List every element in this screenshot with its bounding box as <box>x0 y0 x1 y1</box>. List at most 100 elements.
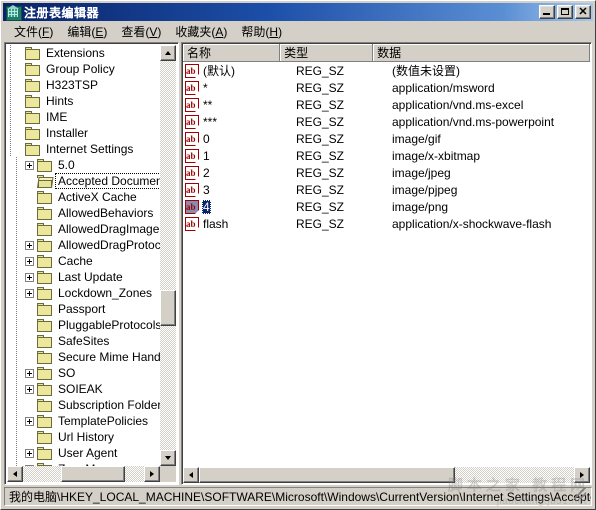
folder-icon <box>37 158 53 172</box>
value-data: application/vnd.ms-powerpoint <box>392 114 555 129</box>
tree-node-label: Extensions <box>46 46 105 60</box>
value-list[interactable]: ab (默认) REG_SZ (数值未设置) ab * REG_SZ application/… <box>183 62 590 465</box>
column-header-3[interactable]: 数据 <box>373 44 590 62</box>
tree-vscroll-thumb[interactable] <box>160 290 176 326</box>
value-row-9[interactable]: ab 4 REG_SZ image/png <box>183 198 590 215</box>
tree-node-1[interactable]: Extensions <box>7 45 162 61</box>
tree-indent <box>7 413 25 429</box>
menu-item-1[interactable]: 文件(F) <box>7 21 60 42</box>
string-value-icon: ab <box>185 165 199 180</box>
list-horizontal-scrollbar[interactable] <box>183 467 590 483</box>
tree-view[interactable]: Extensions Group Policy H323TSP Hints IME Ins… <box>7 45 162 467</box>
tree-node-label: Group Policy <box>46 62 115 76</box>
tree-node-8[interactable]: 5.0 <box>7 157 162 173</box>
tree-node-3[interactable]: H323TSP <box>7 77 162 93</box>
tree-node-11[interactable]: AllowedBehaviors <box>7 205 162 221</box>
tree-expand-icon[interactable] <box>25 448 34 458</box>
value-type: REG_SZ <box>296 199 345 214</box>
tree-node-16[interactable]: Lockdown_Zones <box>7 285 162 301</box>
title-bar[interactable]: 注册表编辑器 ✕ <box>3 3 593 21</box>
menu-item-5[interactable]: 帮助(H) <box>234 21 289 42</box>
tree-vertical-scrollbar[interactable] <box>160 45 176 466</box>
tree-node-4[interactable]: Hints <box>7 93 162 109</box>
list-hscroll-thumb[interactable] <box>199 467 455 483</box>
folder-icon <box>37 206 53 220</box>
tree-node-15[interactable]: Last Update <box>7 269 162 285</box>
value-row-7[interactable]: ab 2 REG_SZ image/jpeg <box>183 164 590 181</box>
value-row-8[interactable]: ab 3 REG_SZ image/pjpeg <box>183 181 590 198</box>
value-type: REG_SZ <box>296 80 345 95</box>
tree-node-20[interactable]: Secure Mime Handlers <box>7 349 162 365</box>
value-row-4[interactable]: ab *** REG_SZ application/vnd.ms-powerpoint <box>183 113 590 130</box>
list-scroll-right-button[interactable] <box>574 467 590 483</box>
tree-expander-spacer <box>25 433 37 442</box>
tree-node-12[interactable]: AllowedDragImageExt <box>7 221 162 237</box>
tree-node-21[interactable]: SO <box>7 365 162 381</box>
tree-node-5[interactable]: IME <box>7 109 162 125</box>
tree-node-23[interactable]: Subscription Folder <box>7 397 162 413</box>
column-header-1[interactable]: 名称 <box>183 44 281 62</box>
list-scroll-left-button[interactable] <box>183 467 199 483</box>
tree-node-6[interactable]: Installer <box>7 125 162 141</box>
folder-icon <box>37 398 53 412</box>
tree-node-label: AllowedDragProtocols <box>58 238 162 252</box>
tree-node-22[interactable]: SOIEAK <box>7 381 162 397</box>
tree-expand-icon[interactable] <box>25 240 34 250</box>
value-row-3[interactable]: ab ** REG_SZ application/vnd.ms-excel <box>183 96 590 113</box>
tree-indent <box>7 429 25 445</box>
tree-node-18[interactable]: PluggableProtocols <box>7 317 162 333</box>
resize-grip-icon[interactable] <box>574 488 586 499</box>
tree-indent <box>7 93 13 109</box>
value-name: 3 <box>203 182 210 197</box>
tree-expander-spacer <box>25 401 37 410</box>
tree-scroll-up-button[interactable] <box>160 45 176 61</box>
tree-hscroll-thumb[interactable] <box>61 466 125 482</box>
maximize-button[interactable] <box>557 5 573 19</box>
tree-indent <box>7 365 25 381</box>
value-name: 0 <box>203 131 210 146</box>
menu-item-3[interactable]: 查看(V) <box>114 21 168 42</box>
tree-node-2[interactable]: Group Policy <box>7 61 162 77</box>
tree-node-17[interactable]: Passport <box>7 301 162 317</box>
tree-expand-icon[interactable] <box>25 416 34 426</box>
folder-icon <box>37 286 53 300</box>
value-row-10[interactable]: ab flash REG_SZ application/x-shockwave-fla… <box>183 215 590 232</box>
menu-item-4[interactable]: 收藏夹(A) <box>168 21 234 42</box>
tree-expand-icon[interactable] <box>25 384 34 394</box>
tree-node-9[interactable]: Accepted Documents <box>7 173 162 189</box>
tree-scroll-down-button[interactable] <box>160 450 176 466</box>
string-value-icon: ab <box>185 131 199 146</box>
value-row-5[interactable]: ab 0 REG_SZ image/gif <box>183 130 590 147</box>
menu-item-2[interactable]: 编辑(E) <box>60 21 114 42</box>
close-button[interactable]: ✕ <box>575 5 591 19</box>
tree-node-label: Url History <box>58 430 114 444</box>
tree-scroll-left-button[interactable] <box>7 466 23 482</box>
tree-expand-icon[interactable] <box>25 272 34 282</box>
tree-vscroll-track[interactable] <box>160 45 176 466</box>
tree-node-13[interactable]: AllowedDragProtocols <box>7 237 162 253</box>
value-row-2[interactable]: ab * REG_SZ application/msword <box>183 79 590 96</box>
tree-node-14[interactable]: Cache <box>7 253 162 269</box>
arrow-right-icon <box>580 472 584 478</box>
tree-expand-icon[interactable] <box>25 160 34 170</box>
tree-node-26[interactable]: User Agent <box>7 445 162 461</box>
tree-expand-icon[interactable] <box>25 256 34 266</box>
tree-node-25[interactable]: Url History <box>7 429 162 445</box>
value-type: REG_SZ <box>296 148 345 163</box>
tree-expand-icon[interactable] <box>25 288 34 298</box>
tree-horizontal-scrollbar[interactable] <box>7 466 160 482</box>
tree-node-24[interactable]: TemplatePolicies <box>7 413 162 429</box>
tree-node-19[interactable]: SafeSites <box>7 333 162 349</box>
value-type: REG_SZ <box>296 131 345 146</box>
tree-indent <box>7 253 25 269</box>
minimize-button[interactable] <box>539 5 555 19</box>
tree-expand-icon[interactable] <box>25 368 34 378</box>
value-row-1[interactable]: ab (默认) REG_SZ (数值未设置) <box>183 62 590 79</box>
tree-scroll-right-button[interactable] <box>144 466 160 482</box>
tree-node-10[interactable]: ActiveX Cache <box>7 189 162 205</box>
tree-node-7[interactable]: Internet Settings <box>7 141 162 157</box>
tree-indent <box>7 397 25 413</box>
column-header-2[interactable]: 类型 <box>280 44 374 62</box>
column-header-label: 类型 <box>284 46 309 60</box>
value-row-6[interactable]: ab 1 REG_SZ image/x-xbitmap <box>183 147 590 164</box>
